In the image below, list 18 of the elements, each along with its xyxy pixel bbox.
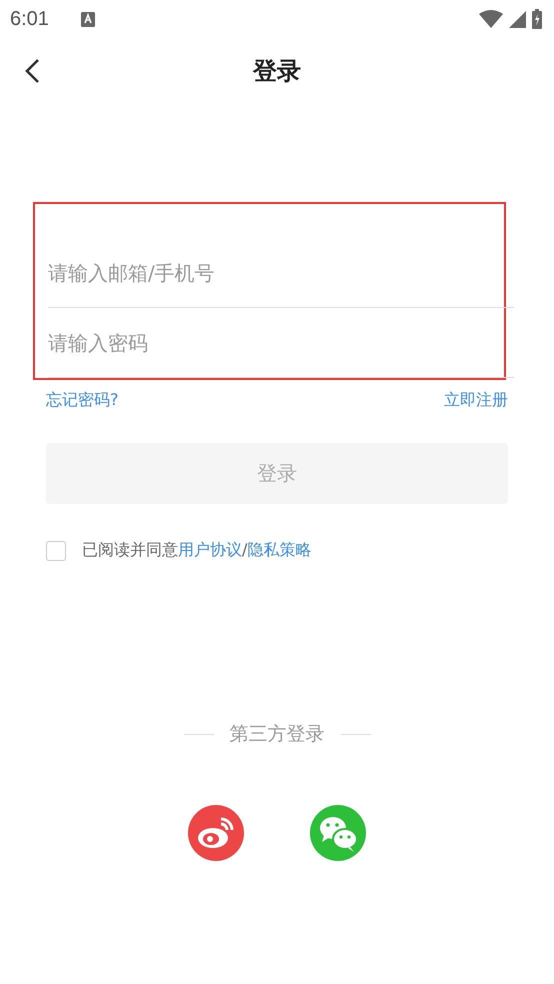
keyboard-notification-icon xyxy=(80,12,95,26)
user-agreement-link[interactable]: 用户协议 xyxy=(178,540,242,559)
battery-icon xyxy=(532,9,542,29)
third-party-login-label: 第三方登录 xyxy=(230,722,324,747)
status-time: 6:01 xyxy=(10,8,49,30)
weibo-icon[interactable] xyxy=(188,805,244,861)
checkbox[interactable] xyxy=(46,540,66,560)
page-title: 登录 xyxy=(253,56,301,87)
privacy-policy-link[interactable]: 隐私策略 xyxy=(247,540,312,559)
signal-icon xyxy=(509,10,526,28)
register-link[interactable]: 立即注册 xyxy=(444,390,508,411)
input-field[interactable]: 请输入密码 xyxy=(48,308,514,378)
input-field[interactable]: 请输入邮箱/手机号 xyxy=(48,238,514,308)
back-icon[interactable] xyxy=(24,58,40,84)
chat-bubbles-icon[interactable] xyxy=(310,805,366,861)
agreement-text: 已阅读并同意用户协议/隐私策略 xyxy=(82,540,312,561)
forgot-password-link[interactable]: 忘记密码? xyxy=(46,390,118,411)
wifi-icon xyxy=(479,10,503,28)
